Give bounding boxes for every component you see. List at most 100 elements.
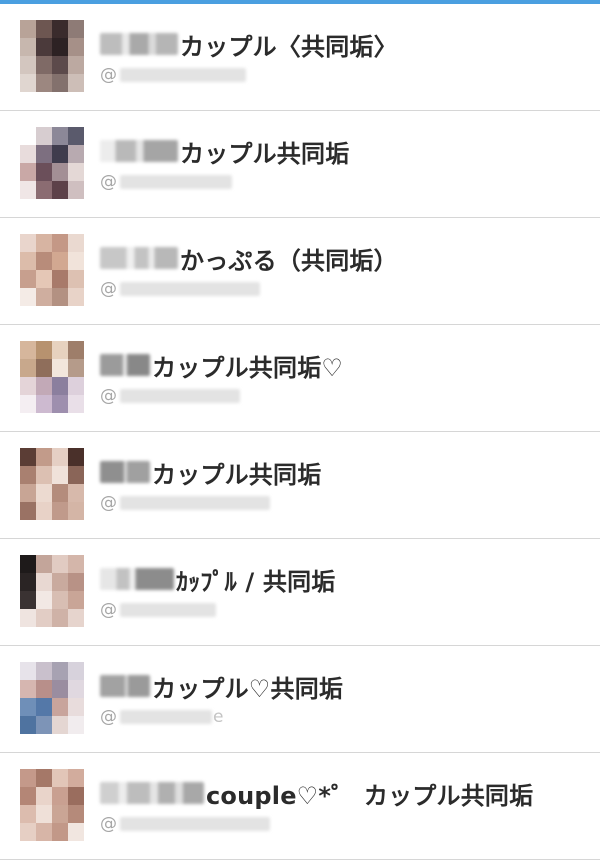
avatar-mosaic-cell [20, 484, 36, 502]
avatar-mosaic-cell [36, 716, 52, 734]
avatar[interactable] [20, 769, 84, 841]
account-row[interactable]: カップル共同垢 @ [0, 111, 600, 218]
avatar-mosaic-cell [36, 448, 52, 466]
avatar-mosaic-cell [20, 609, 36, 627]
account-row[interactable]: カップル♡共同垢 @ e [0, 646, 600, 753]
avatar-mosaic-cell [68, 163, 84, 181]
display-name-text: カップル共同垢 [180, 139, 350, 168]
avatar-mosaic-cell [20, 662, 36, 680]
handle-at-sign: @ [100, 65, 117, 85]
user-handle: @ [100, 492, 271, 514]
avatar-mosaic-cell [36, 56, 52, 74]
avatar-mosaic-cell [20, 698, 36, 716]
avatar-mosaic-cell [52, 573, 68, 591]
avatar[interactable] [20, 20, 84, 92]
avatar-mosaic-cell [52, 502, 68, 520]
redacted-handle [120, 175, 232, 189]
avatar-mosaic-cell [52, 20, 68, 38]
display-name-text: カップル♡共同垢 [152, 674, 344, 703]
avatar-mosaic-cell [68, 823, 84, 841]
avatar[interactable] [20, 662, 84, 734]
avatar-mosaic-cell [20, 127, 36, 145]
avatar-mosaic-cell [68, 662, 84, 680]
account-row[interactable]: カップル共同垢 @ [0, 432, 600, 539]
avatar-mosaic-cell [52, 127, 68, 145]
display-name: カップル共同垢 [100, 135, 350, 168]
avatar-mosaic-cell [52, 680, 68, 698]
avatar-mosaic-cell [52, 270, 68, 288]
account-row[interactable]: カップル〈共同垢〉 @ [0, 4, 600, 111]
avatar-mosaic-cell [36, 341, 52, 359]
avatar-mosaic-cell [20, 288, 36, 306]
avatar-mosaic-cell [52, 484, 68, 502]
display-name-text: カップル共同垢♡ [152, 353, 344, 382]
avatar-mosaic-cell [52, 716, 68, 734]
avatar-mosaic-cell [52, 555, 68, 573]
account-row[interactable]: かっぷる（共同垢） @ [0, 218, 600, 325]
avatar-mosaic-cell [52, 234, 68, 252]
account-row[interactable]: カップル共同垢♡ @ [0, 325, 600, 432]
display-name-text: カップル〈共同垢〉 [180, 32, 398, 61]
avatar-mosaic-cell [36, 127, 52, 145]
display-name-text: かっぷる（共同垢） [180, 246, 398, 275]
avatar-mosaic-cell [36, 181, 52, 199]
avatar-mosaic-cell [36, 20, 52, 38]
user-handle: @ [100, 599, 217, 621]
avatar-mosaic-cell [20, 270, 36, 288]
avatar-mosaic-cell [52, 38, 68, 56]
avatar-mosaic-cell [20, 252, 36, 270]
avatar-mosaic-cell [36, 145, 52, 163]
handle-visible-tail: e [213, 707, 224, 727]
avatar-mosaic-cell [36, 74, 52, 92]
avatar-mosaic-cell [36, 395, 52, 413]
display-name: couple♡*゜ カップル共同垢 [100, 777, 534, 810]
avatar-mosaic-cell [68, 484, 84, 502]
avatar[interactable] [20, 555, 84, 627]
avatar-mosaic-cell [36, 698, 52, 716]
avatar-mosaic-cell [68, 591, 84, 609]
avatar-mosaic-cell [52, 609, 68, 627]
redacted-handle [120, 496, 270, 510]
display-name: カップル♡共同垢 [100, 670, 344, 703]
avatar-mosaic-cell [36, 805, 52, 823]
avatar[interactable] [20, 448, 84, 520]
avatar-mosaic-cell [36, 484, 52, 502]
avatar-mosaic-cell [36, 662, 52, 680]
avatar-mosaic-cell [36, 252, 52, 270]
redacted-handle [120, 282, 260, 296]
handle-at-sign: @ [100, 386, 117, 406]
redacted-name-prefix [100, 782, 204, 804]
avatar-mosaic-cell [36, 680, 52, 698]
handle-at-sign: @ [100, 279, 117, 299]
avatar-mosaic-cell [20, 341, 36, 359]
user-handle: @ [100, 813, 271, 835]
avatar[interactable] [20, 341, 84, 413]
redacted-handle [120, 68, 246, 82]
redacted-name-prefix [100, 568, 174, 590]
avatar-mosaic-cell [20, 591, 36, 609]
avatar-mosaic-cell [68, 234, 84, 252]
avatar[interactable] [20, 127, 84, 199]
redacted-name-prefix [100, 675, 150, 697]
account-row[interactable]: ｶｯﾌﾟﾙ / 共同垢 @ [0, 539, 600, 646]
avatar-mosaic-cell [20, 145, 36, 163]
avatar-mosaic-cell [36, 769, 52, 787]
avatar[interactable] [20, 234, 84, 306]
user-handle: @ [100, 171, 233, 193]
avatar-mosaic-cell [20, 769, 36, 787]
avatar-mosaic-cell [36, 555, 52, 573]
avatar-mosaic-cell [20, 787, 36, 805]
avatar-mosaic-cell [68, 395, 84, 413]
account-row[interactable]: couple♡*゜ カップル共同垢 @ [0, 753, 600, 860]
avatar-mosaic-cell [20, 395, 36, 413]
display-name-text: couple♡*゜ カップル共同垢 [206, 781, 534, 810]
avatar-mosaic-cell [68, 252, 84, 270]
avatar-mosaic-cell [68, 359, 84, 377]
avatar-mosaic-cell [68, 805, 84, 823]
avatar-mosaic-cell [36, 466, 52, 484]
redacted-handle [120, 710, 212, 724]
avatar-mosaic-cell [52, 252, 68, 270]
avatar-mosaic-cell [68, 466, 84, 484]
avatar-mosaic-cell [36, 823, 52, 841]
handle-at-sign: @ [100, 814, 117, 834]
